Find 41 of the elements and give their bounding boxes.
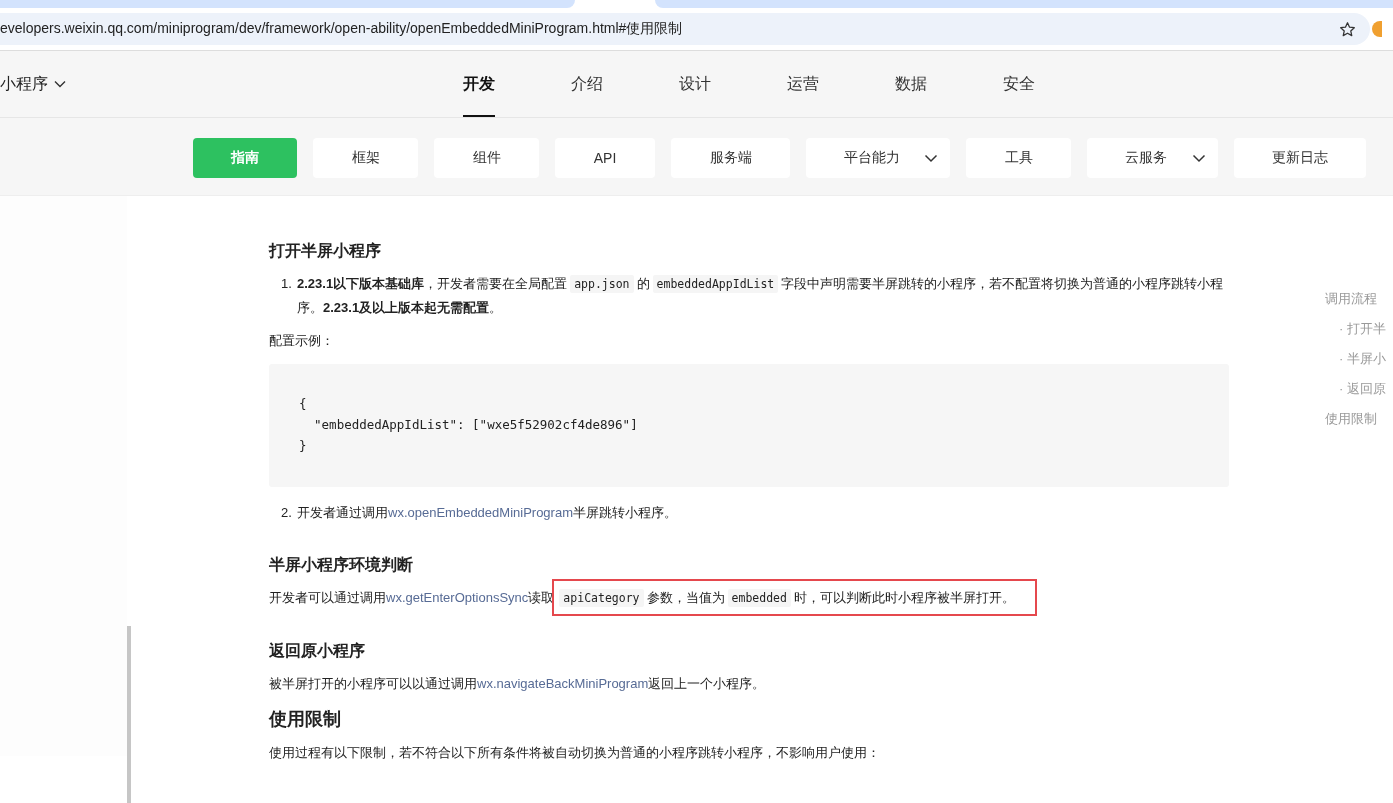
product-menu[interactable]: 小程序 [0,74,66,94]
scrollbar[interactable] [127,626,131,803]
paragraph: 使用过程有以下限制，若不符合以下所有条件将被自动切换为普通的小程序跳转小程序，不影响用户使用： [269,744,881,762]
subnav-button[interactable]: API [555,138,655,178]
doc-link[interactable]: wx.getEnterOptionsSync [386,590,529,605]
browser-tab[interactable] [655,0,1393,8]
subnav-button[interactable]: 框架 [313,138,418,178]
section-heading: 使用限制 [269,708,342,731]
paragraph: 开发者可以通过调用wx.getEnterOptionsSync读取 apiCategory 参数，当值为 embedded 时，可以判断此时小程序被半屏打开。 [269,586,1229,610]
subnav-button[interactable]: 平台能力 [806,138,950,178]
bookmark-star-icon[interactable] [1339,20,1356,38]
doc-link[interactable]: wx.navigateBackMiniProgram [477,676,649,691]
doc-link[interactable]: wx.openEmbeddedMiniProgram [388,505,573,520]
subnav-button[interactable]: 更新日志 [1234,138,1366,178]
list-number: 2. [281,504,293,522]
section-heading: 半屏小程序环境判断 [269,555,414,575]
paragraph: 配置示例： [269,332,335,350]
nav-tab[interactable]: 设计 [679,51,787,117]
list-item-text: 2.23.1以下版本基础库，开发者需要在全局配置 app.json 的 embeddedAppIdList 字段中声明需要半屏跳转的小程序，若不配置将切换为普通的小程序跳转小程序。2.23.1及以上版本起无需配置。 [297,274,1225,317]
subnav-button[interactable]: 云服务 [1087,138,1218,178]
nav-tab[interactable]: 介绍 [571,51,679,117]
browser-tab[interactable] [0,0,575,8]
subnav-button[interactable]: 服务端 [671,138,790,178]
profile-icon[interactable] [1372,21,1382,37]
section-heading: 返回原小程序 [269,641,366,661]
list-item-text: 开发者通过调用wx.openEmbeddedMiniProgram半屏跳转小程序。 [297,504,677,522]
subnav-button[interactable]: 工具 [966,138,1071,178]
nav-tab[interactable]: 开发 [463,51,571,117]
nav-tab[interactable]: 数据 [895,51,1003,117]
nav-tab[interactable]: 安全 [1003,51,1111,117]
url-text: evelopers.weixin.qq.com/miniprogram/dev/framework/open-ability/openEmbeddedMiniProgram.html#使用限制 [0,20,684,38]
paragraph: 被半屏打开的小程序可以以通过调用wx.navigateBackMiniProgram返回上一个小程序。 [269,675,767,693]
section-heading: 打开半屏小程序 [269,241,382,261]
chevron-down-icon [924,153,938,163]
subnav-button[interactable]: 组件 [434,138,539,178]
chevron-down-icon [54,80,66,88]
nav-tab[interactable]: 运营 [787,51,895,117]
list-number: 1. [281,275,293,293]
code-block: { "embeddedAppIdList": ["wxe5f52902cf4de896"] } [269,364,1229,487]
address-bar[interactable]: evelopers.weixin.qq.com/miniprogram/dev/framework/open-ability/openEmbeddedMiniProgram.html#使用限制 [0,13,1370,45]
chevron-down-icon [1192,153,1206,163]
